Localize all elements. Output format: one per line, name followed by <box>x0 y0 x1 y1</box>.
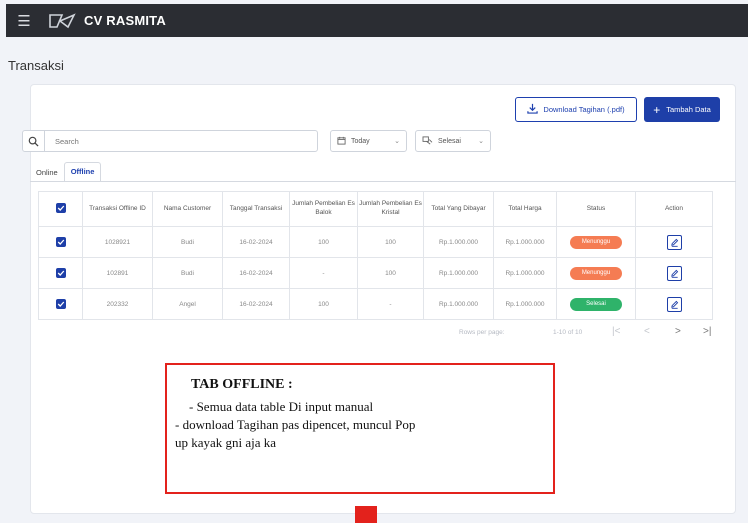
table-row: 1028921 Budi 16-02-2024 100 100 Rp.1.000… <box>38 226 713 258</box>
tab-divider <box>30 181 736 182</box>
row-checkbox-cell[interactable] <box>38 257 83 289</box>
status-badge: Menunggu <box>570 266 622 280</box>
chevron-down-icon: ⌄ <box>478 138 484 145</box>
header-customer-name: Nama Customer <box>152 191 223 227</box>
cell-action <box>635 226 713 258</box>
status-filter-select[interactable]: Selesai ⌄ <box>415 130 491 152</box>
calendar-icon <box>337 136 346 147</box>
cell-total-paid: Rp.1.000.000 <box>423 257 494 289</box>
tab-online[interactable]: Online <box>30 164 64 182</box>
edit-icon[interactable] <box>666 234 682 250</box>
header-total-paid: Total Yang Dibayar <box>423 191 494 227</box>
app-name: CV RASMITA <box>84 13 166 28</box>
edit-icon[interactable] <box>666 265 682 281</box>
note-title: TAB OFFLINE : <box>191 377 293 392</box>
row-checkbox-cell[interactable] <box>38 288 83 320</box>
cell-total-price: Rp.1.000.000 <box>493 226 557 258</box>
transaction-tabs: Online Offline <box>30 162 102 182</box>
header-transaction-date: Tanggal Transaksi <box>222 191 290 227</box>
cell-es-kristal: 100 <box>357 226 424 258</box>
status-badge: Menunggu <box>570 235 622 249</box>
cell-es-balok: 100 <box>289 288 358 320</box>
cell-es-balok: - <box>289 257 358 289</box>
cell-total-paid: Rp.1.000.000 <box>423 288 494 320</box>
table-row: 202332 Angel 16-02-2024 100 - Rp.1.000.0… <box>38 288 713 320</box>
cell-status: Selesai <box>556 288 636 320</box>
cell-es-kristal: 100 <box>357 257 424 289</box>
header-total-price: Total Harga <box>493 191 557 227</box>
note-line-3: up kayak gni aja ka <box>175 435 277 450</box>
header-select-all[interactable] <box>38 191 83 227</box>
header-es-kristal: Jumlah Pembelian Es Kristal <box>357 191 424 227</box>
checkbox-icon[interactable] <box>55 298 66 309</box>
cell-transaction-date: 16-02-2024 <box>222 226 290 258</box>
cell-total-price: Rp.1.000.000 <box>493 257 557 289</box>
cell-total-paid: Rp.1.000.000 <box>423 226 494 258</box>
annotation-note: TAB OFFLINE : - Semua data table Di inpu… <box>165 363 555 494</box>
transactions-table: Transaksi Offline ID Nama Customer Tangg… <box>38 191 713 320</box>
cell-customer-name: Budi <box>152 257 223 289</box>
cell-total-price: Rp.1.000.000 <box>493 288 557 320</box>
note-line-2: - download Tagihan pas dipencet, muncul … <box>175 417 416 432</box>
status-icon <box>422 135 433 147</box>
annotation-marker <box>355 506 377 523</box>
tab-offline[interactable]: Offline <box>63 162 102 182</box>
next-page-icon[interactable]: > <box>675 326 681 337</box>
chevron-down-icon: ⌄ <box>394 138 400 145</box>
download-invoice-button[interactable]: Download Tagihan (.pdf) <box>515 97 637 122</box>
date-filter-select[interactable]: Today ⌄ <box>330 130 407 152</box>
plus-icon: + <box>653 102 661 117</box>
logo-icon <box>48 12 76 30</box>
checkbox-icon[interactable] <box>55 202 66 213</box>
header-status: Status <box>556 191 636 227</box>
cell-customer-name: Angel <box>152 288 223 320</box>
note-line-1: - Semua data table Di input manual <box>189 399 374 414</box>
download-invoice-label: Download Tagihan (.pdf) <box>543 105 625 114</box>
cell-transaction-id: 1028921 <box>82 226 153 258</box>
cell-status: Menunggu <box>556 226 636 258</box>
cell-customer-name: Budi <box>152 226 223 258</box>
add-data-button[interactable]: + Tambah Data <box>644 97 720 122</box>
top-bar: ☰ CV RASMITA <box>6 4 748 37</box>
edit-icon[interactable] <box>666 296 682 312</box>
hamburger-icon[interactable]: ☰ <box>10 12 38 30</box>
cell-status: Menunggu <box>556 257 636 289</box>
header-action: Action <box>635 191 713 227</box>
status-badge: Selesai <box>570 297 622 311</box>
search-input[interactable] <box>45 136 305 146</box>
rows-per-page-label: Rows per page: <box>459 329 505 336</box>
search-icon <box>23 131 45 151</box>
cell-action <box>635 288 713 320</box>
search-box <box>22 130 318 152</box>
pagination-range: 1-10 of 10 <box>553 329 583 336</box>
prev-page-icon[interactable]: < <box>644 326 650 337</box>
cell-transaction-date: 16-02-2024 <box>222 257 290 289</box>
cell-transaction-id: 102891 <box>82 257 153 289</box>
last-page-icon[interactable]: >| <box>703 326 711 337</box>
status-filter-value: Selesai <box>438 137 461 145</box>
checkbox-icon[interactable] <box>55 267 66 278</box>
add-data-label: Tambah Data <box>666 105 711 114</box>
cell-es-balok: 100 <box>289 226 358 258</box>
table-row: 102891 Budi 16-02-2024 - 100 Rp.1.000.00… <box>38 257 713 289</box>
header-es-balok: Jumlah Pembelian Es Balok <box>289 191 358 227</box>
page-left-edge <box>0 4 6 523</box>
cell-transaction-date: 16-02-2024 <box>222 288 290 320</box>
first-page-icon[interactable]: |< <box>612 326 620 337</box>
header-transaction-id: Transaksi Offline ID <box>82 191 153 227</box>
row-checkbox-cell[interactable] <box>38 226 83 258</box>
page-title: Transaksi <box>8 58 64 73</box>
cell-action <box>635 257 713 289</box>
download-icon <box>527 103 539 116</box>
cell-transaction-id: 202332 <box>82 288 153 320</box>
checkbox-icon[interactable] <box>55 236 66 247</box>
cell-es-kristal: - <box>357 288 424 320</box>
table-header-row: Transaksi Offline ID Nama Customer Tangg… <box>38 191 713 227</box>
date-filter-value: Today <box>351 137 370 145</box>
